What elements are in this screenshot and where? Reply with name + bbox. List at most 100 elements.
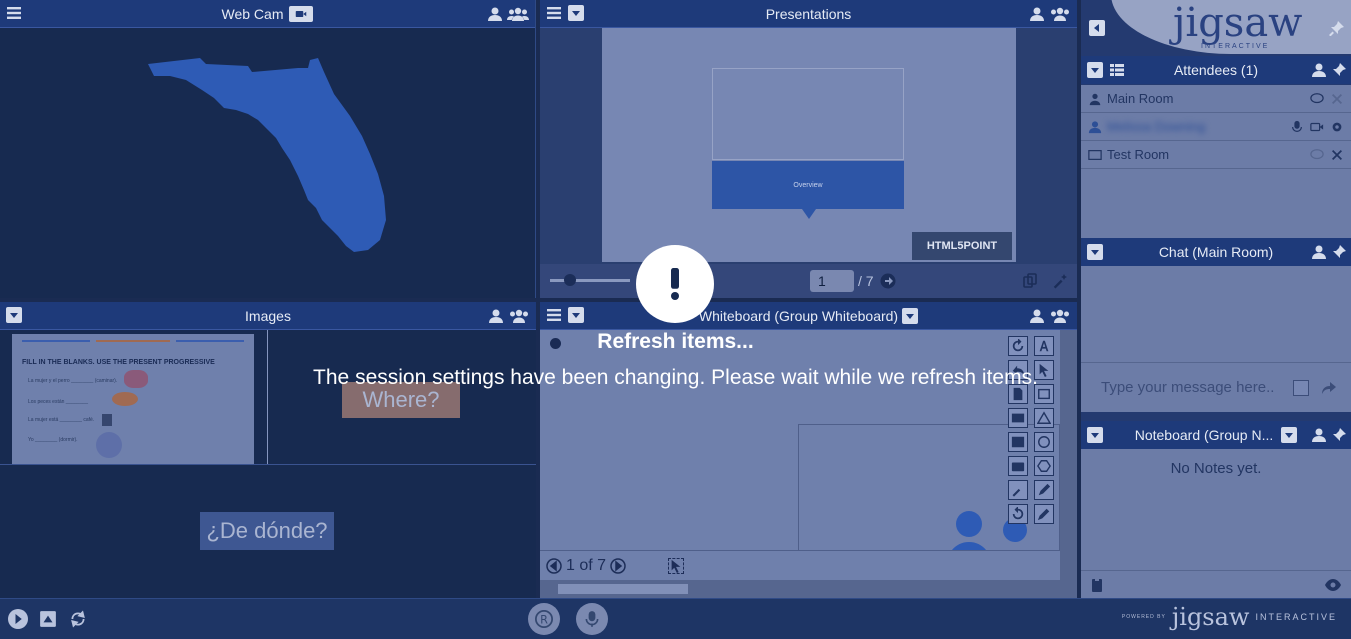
- menu-icon[interactable]: [546, 5, 562, 21]
- chevron-down-icon[interactable]: [1087, 62, 1103, 78]
- hexagon-tool-icon[interactable]: [1034, 456, 1054, 476]
- whiteboard-title: Whiteboard (Group Whiteboard): [698, 307, 899, 324]
- whiteboard-toolbar: [1008, 336, 1056, 524]
- magic-wand-icon[interactable]: [1052, 273, 1068, 289]
- user-icon[interactable]: [487, 6, 503, 22]
- chevron-down-icon[interactable]: [1087, 427, 1103, 443]
- text-tool-icon[interactable]: [1034, 336, 1054, 356]
- pointer-tool-icon[interactable]: [1034, 360, 1054, 380]
- collapse-left-icon[interactable]: [1089, 20, 1105, 36]
- users-icon[interactable]: [1049, 308, 1071, 324]
- noteboard-select-icon[interactable]: [1281, 427, 1298, 443]
- list-item[interactable]: Main Room: [1081, 85, 1351, 113]
- users-icon[interactable]: [508, 308, 530, 324]
- chevron-down-icon[interactable]: [568, 5, 584, 21]
- user-icon[interactable]: [1311, 427, 1327, 443]
- undo-icon[interactable]: [1008, 360, 1028, 380]
- redo-icon[interactable]: [1008, 336, 1028, 356]
- users-icon[interactable]: [507, 6, 529, 22]
- presentations-panel: Presentations Overview HTML5POINT 1 / 7: [540, 0, 1077, 298]
- camera-icon[interactable]: [1008, 456, 1028, 476]
- chat-input[interactable]: Type your message here..: [1081, 362, 1351, 412]
- slide-overview-box: Overview: [712, 161, 904, 219]
- share-icon[interactable]: [1321, 380, 1337, 396]
- pin-icon[interactable]: [1331, 62, 1347, 78]
- whiteboard-dot[interactable]: [550, 338, 561, 349]
- eye-icon[interactable]: [1325, 577, 1341, 593]
- images-title: Images: [245, 307, 291, 324]
- chevron-down-icon[interactable]: [6, 307, 22, 323]
- chat-checkbox[interactable]: [1293, 380, 1309, 396]
- worksheet-image[interactable]: FILL IN THE BLANKS. USE THE PRESENT PROG…: [12, 334, 254, 464]
- user-icon[interactable]: [1029, 6, 1045, 22]
- page-input[interactable]: 1: [810, 270, 854, 292]
- pdf-icon[interactable]: [1008, 384, 1028, 404]
- rectangle-tool-icon[interactable]: [1034, 384, 1054, 404]
- grid-icon[interactable]: [1109, 62, 1125, 78]
- pin-icon[interactable]: [1331, 244, 1347, 260]
- whiteboard-select-icon[interactable]: [902, 307, 919, 324]
- chat-bubble-icon[interactable]: [1309, 147, 1325, 163]
- copy-icon[interactable]: [1022, 273, 1038, 289]
- pin-icon[interactable]: [1331, 427, 1347, 443]
- user-icon[interactable]: [1311, 244, 1327, 260]
- attendee-name: Melissa Downing: [1107, 119, 1206, 134]
- whiteboard-footer: 1 of 7: [540, 550, 1060, 580]
- clipboard-icon[interactable]: [1089, 577, 1105, 593]
- chevron-down-icon[interactable]: [1087, 244, 1103, 260]
- where-label[interactable]: Where?: [342, 382, 460, 418]
- magic-wand-icon[interactable]: [1008, 480, 1028, 500]
- upload-icon[interactable]: [38, 609, 58, 629]
- whiteboard-header: Whiteboard (Group Whiteboard): [540, 302, 1077, 330]
- microphone-icon[interactable]: [576, 603, 608, 635]
- images-panel: Images FILL IN THE BLANKS. USE THE PRESE…: [0, 302, 536, 598]
- worksheet-line: La mujer y el perro ________ (caminar).: [28, 378, 118, 384]
- next-page-icon[interactable]: [880, 273, 896, 289]
- jigsaw-logo: jigsaw: [1173, 0, 1303, 46]
- whiteboard-canvas[interactable]: [540, 330, 1060, 598]
- chevron-down-icon[interactable]: [568, 307, 584, 323]
- pin-icon[interactable]: [1329, 20, 1345, 36]
- microphone-icon[interactable]: [1289, 119, 1305, 135]
- next-page-icon[interactable]: [610, 558, 626, 574]
- list-item[interactable]: Melissa Downing: [1081, 113, 1351, 141]
- presentations-header: Presentations: [540, 0, 1077, 28]
- vertical-scrollbar[interactable]: [1060, 330, 1077, 598]
- worksheet-line: Yo ________ (dormir).: [28, 437, 78, 443]
- image-icon[interactable]: [1008, 408, 1028, 428]
- expand-arrow-icon[interactable]: [8, 609, 28, 629]
- zoom-slider-thumb[interactable]: [564, 274, 576, 286]
- record-icon[interactable]: R: [528, 603, 560, 635]
- close-icon[interactable]: [1329, 91, 1345, 107]
- zoom-slider[interactable]: [550, 279, 630, 282]
- noteboard-header: Noteboard (Group N...: [1081, 421, 1351, 449]
- user-icon[interactable]: [1311, 62, 1327, 78]
- refresh-icon[interactable]: [68, 609, 88, 629]
- triangle-tool-icon[interactable]: [1034, 408, 1054, 428]
- users-icon[interactable]: [1049, 6, 1071, 22]
- horizontal-scrollbar[interactable]: [540, 580, 1060, 598]
- gear-icon[interactable]: [1329, 119, 1345, 135]
- de-donde-label[interactable]: ¿De dónde?: [200, 512, 334, 550]
- gallery-icon[interactable]: [1008, 432, 1028, 452]
- worksheet-line: La mujer está ________ café.: [28, 417, 95, 423]
- pen-tool-icon[interactable]: [1034, 480, 1054, 500]
- image-divider-horizontal: [0, 464, 536, 465]
- circle-tool-icon[interactable]: [1034, 432, 1054, 452]
- attendees-header: Attendees (1): [1081, 56, 1351, 84]
- brush-tool-icon[interactable]: [1034, 504, 1054, 524]
- pointer-icon[interactable]: [668, 558, 684, 574]
- user-icon[interactable]: [488, 308, 504, 324]
- menu-icon[interactable]: [546, 307, 562, 323]
- user-icon[interactable]: [1029, 308, 1045, 324]
- attendees-title: Attendees (1): [1173, 62, 1259, 78]
- list-item[interactable]: Test Room: [1081, 141, 1351, 169]
- chat-bubble-icon[interactable]: [1309, 91, 1325, 107]
- close-icon[interactable]: [1329, 147, 1345, 163]
- images-header: Images: [0, 302, 536, 330]
- video-icon[interactable]: [1309, 119, 1325, 135]
- prev-page-icon[interactable]: [546, 558, 562, 574]
- menu-icon[interactable]: [6, 5, 22, 21]
- rotate-icon[interactable]: [1008, 504, 1028, 524]
- camera-icon[interactable]: [289, 5, 314, 22]
